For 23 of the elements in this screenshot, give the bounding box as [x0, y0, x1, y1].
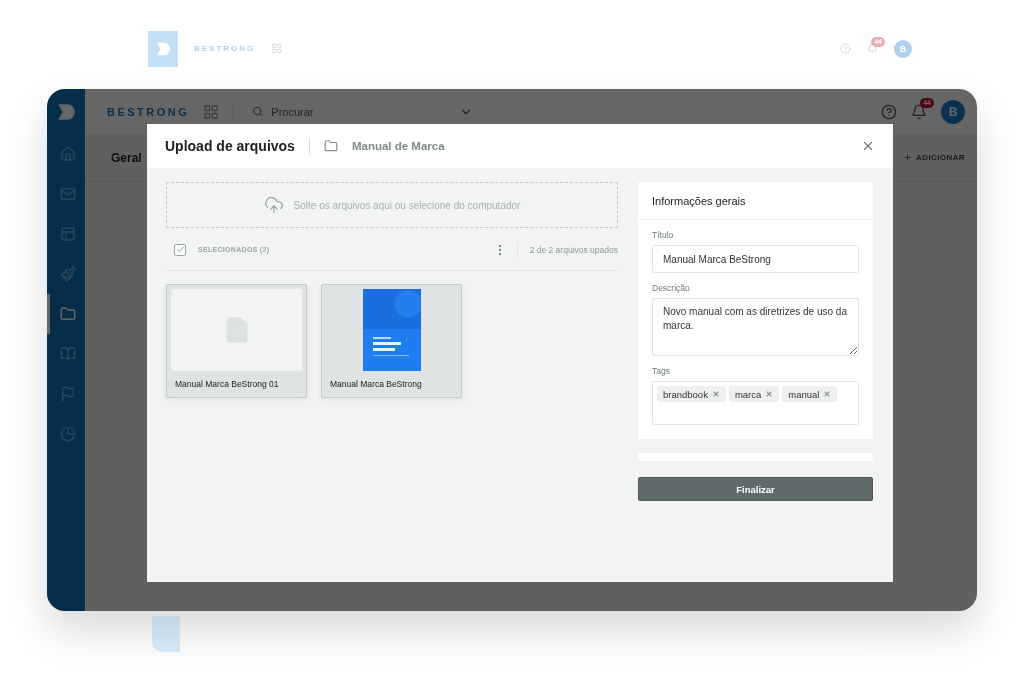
tag-label: marca	[734, 388, 762, 400]
tags-field[interactable]: brandbook marca manual	[652, 381, 859, 425]
description-field[interactable]: Novo manual com as diretrizes de uso da marca.	[652, 298, 859, 356]
panel-title: Informações gerais	[652, 194, 746, 207]
file-card[interactable]: Manual Marca BeStrong	[321, 284, 462, 398]
file-card[interactable]: Manual Marca BeStrong 01	[166, 284, 307, 398]
brand-name: BESTRONG	[107, 105, 190, 118]
file-name: Manual Marca BeStrong 01	[174, 378, 280, 389]
field-label: Título	[652, 230, 675, 240]
avatar: B	[894, 39, 912, 58]
finish-button[interactable]: Finalizar	[638, 477, 873, 501]
upload-status: 2 de 2 arquivos upados	[529, 244, 618, 255]
field-label: Descrição	[652, 283, 691, 293]
dialog-title: Upload de arquivos	[165, 138, 310, 154]
file-name: Manual Marca BeStrong	[329, 378, 423, 389]
field-label: Tags	[652, 366, 671, 376]
dropzone-text: Solte os arquivos aqui ou selecione do computador	[293, 199, 521, 211]
tag-label: brandbook	[663, 388, 708, 400]
page-title: Geral	[111, 150, 142, 165]
tag-label: manual	[788, 388, 820, 400]
brand-name: BESTRONG	[194, 44, 256, 53]
title-field[interactable]: Manual Marca BeStrong	[652, 245, 859, 273]
folder-name: Manual de Marca	[351, 140, 445, 152]
